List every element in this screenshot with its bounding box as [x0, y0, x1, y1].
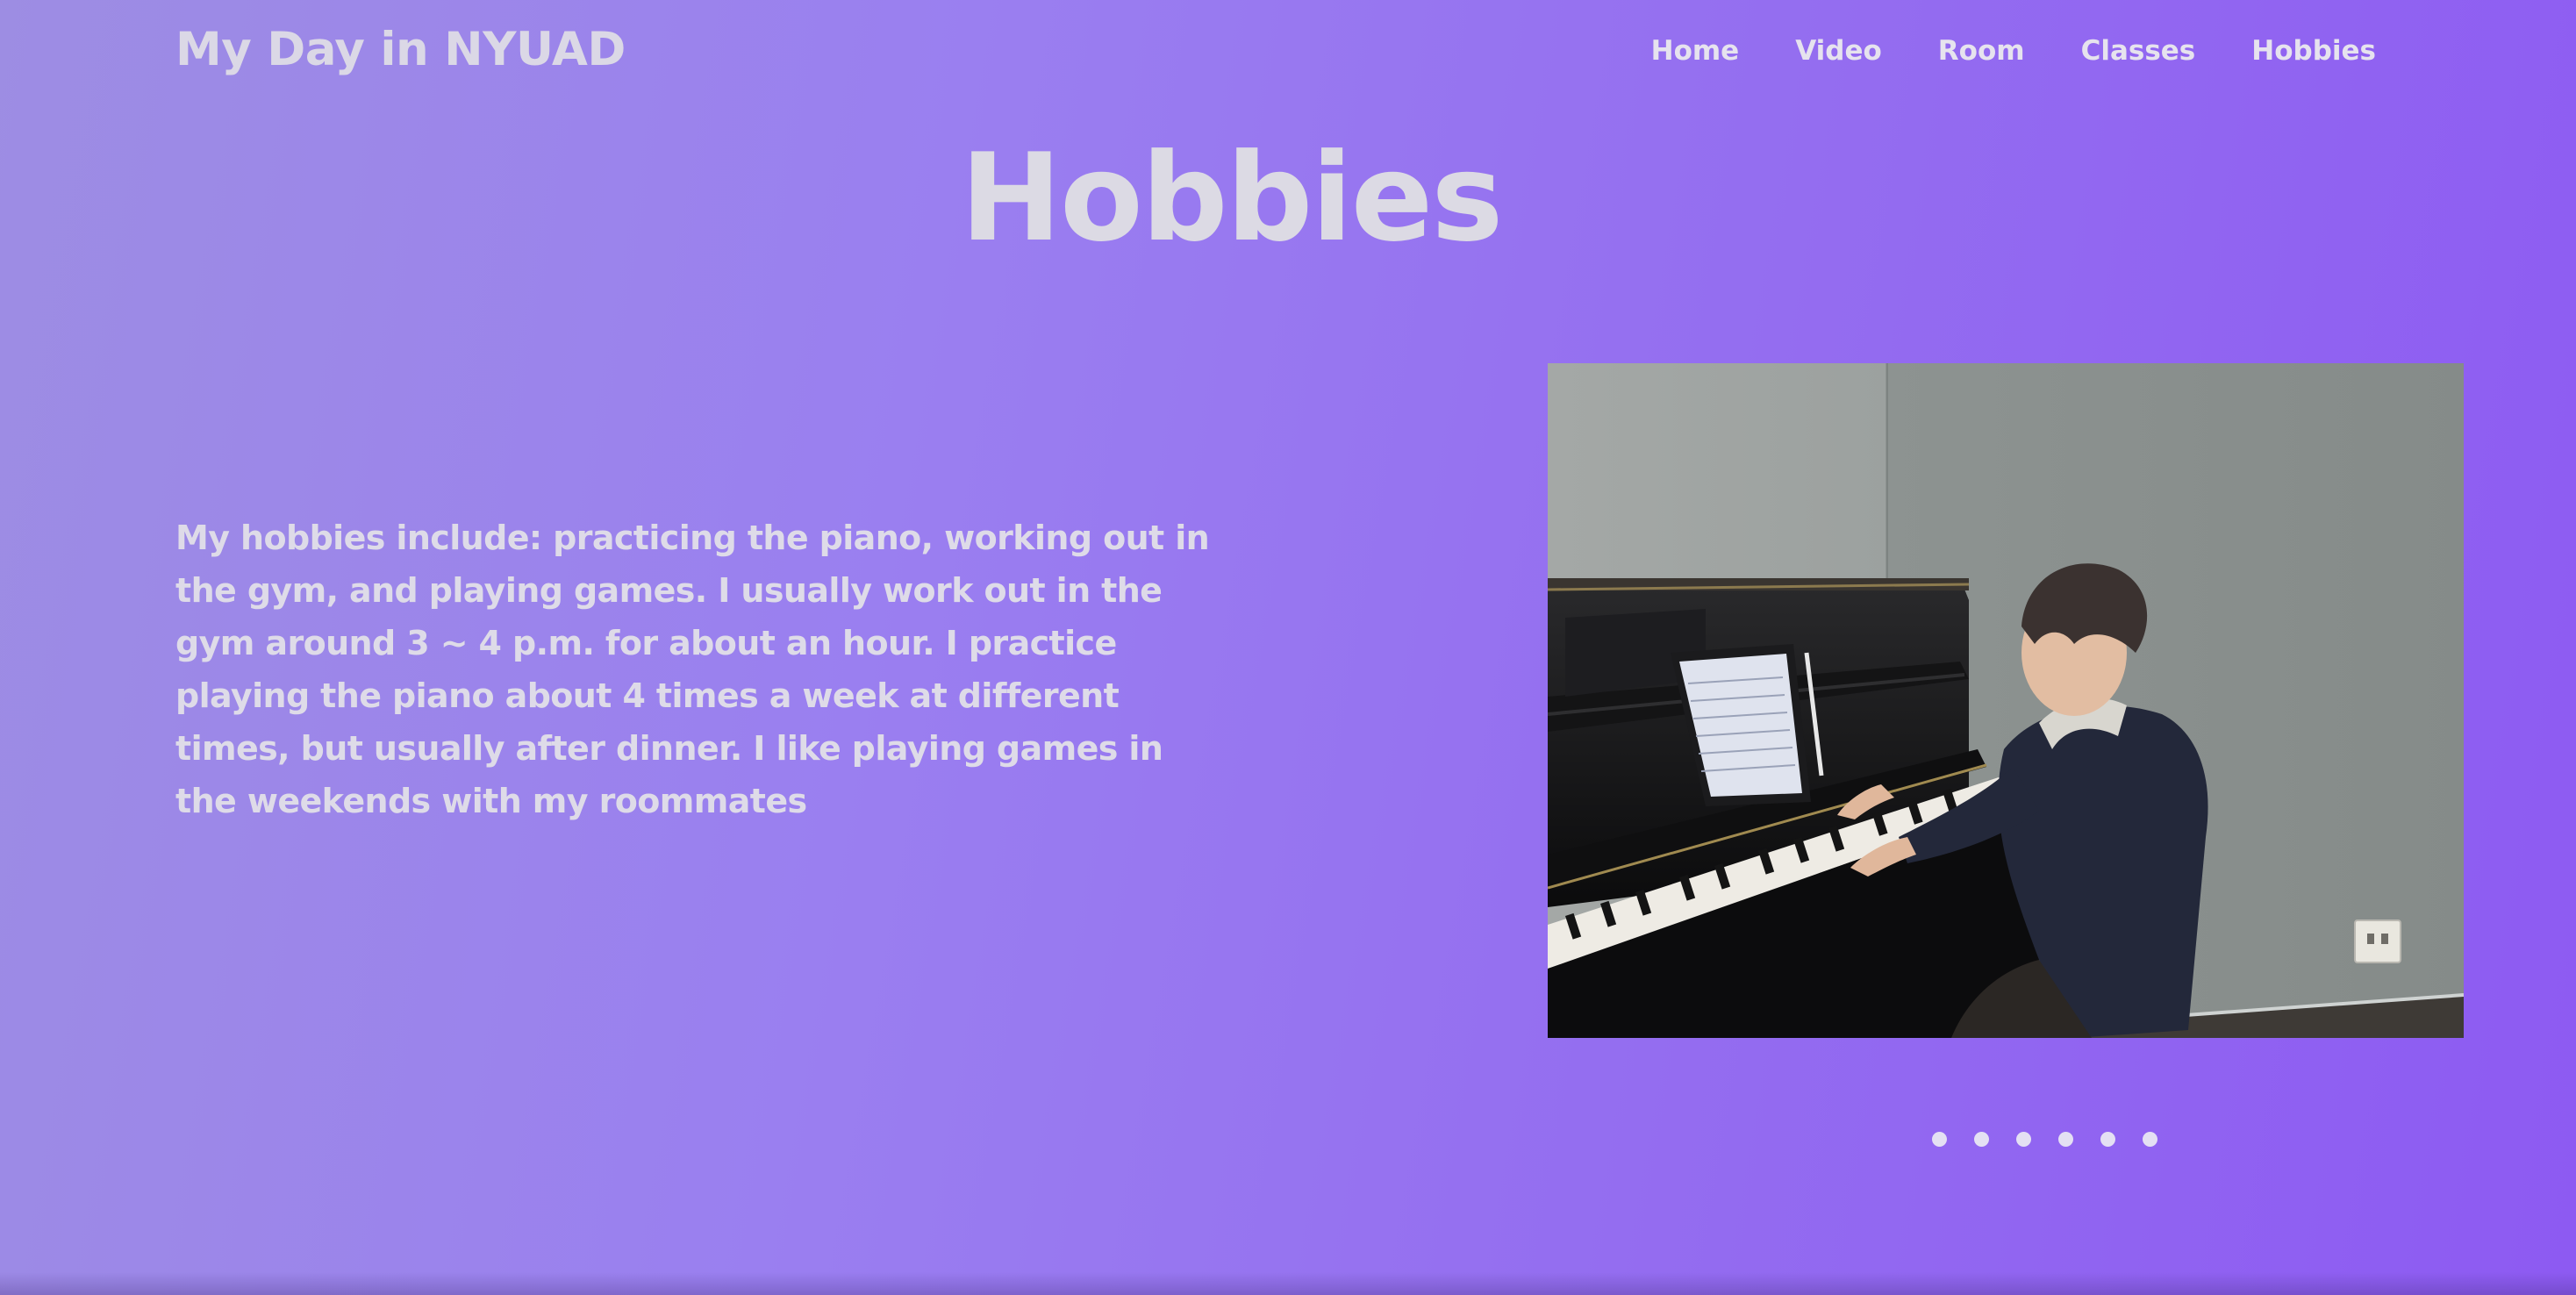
bottom-shadow [0, 1272, 2576, 1295]
nav-link-video[interactable]: Video [1795, 35, 1882, 67]
slider-dot-4[interactable] [2058, 1132, 2073, 1147]
slider-dot-6[interactable] [2143, 1132, 2157, 1147]
site-title[interactable]: My Day in NYUAD [175, 23, 626, 76]
slider-dot-5[interactable] [2100, 1132, 2115, 1147]
photo-slider[interactable] [1548, 363, 2464, 1038]
nav-link-home[interactable]: Home [1651, 35, 1740, 67]
nav-item-room: Room [1938, 35, 2025, 67]
piano-practice-photo [1548, 363, 2464, 1038]
nav-item-home: Home [1651, 35, 1740, 67]
page-title: Hobbies [960, 127, 1504, 268]
nav-item-classes: Classes [2081, 35, 2196, 67]
nav-item-video: Video [1795, 35, 1882, 67]
hobbies-description: My hobbies include: practicing the piano… [175, 519, 1210, 820]
slider-dot-2[interactable] [1974, 1132, 1989, 1147]
slider-dot-3[interactable] [2016, 1132, 2031, 1147]
nav-link-classes[interactable]: Classes [2081, 35, 2196, 67]
nav-link-hobbies[interactable]: Hobbies [2251, 35, 2376, 67]
slider-dot-1[interactable] [1932, 1132, 1947, 1147]
nav-item-hobbies: Hobbies [2251, 35, 2376, 67]
main-nav: Home Video Room Classes Hobbies [1651, 35, 2376, 67]
slider-pagination [1932, 1132, 2157, 1147]
nav-link-room[interactable]: Room [1938, 35, 2025, 67]
